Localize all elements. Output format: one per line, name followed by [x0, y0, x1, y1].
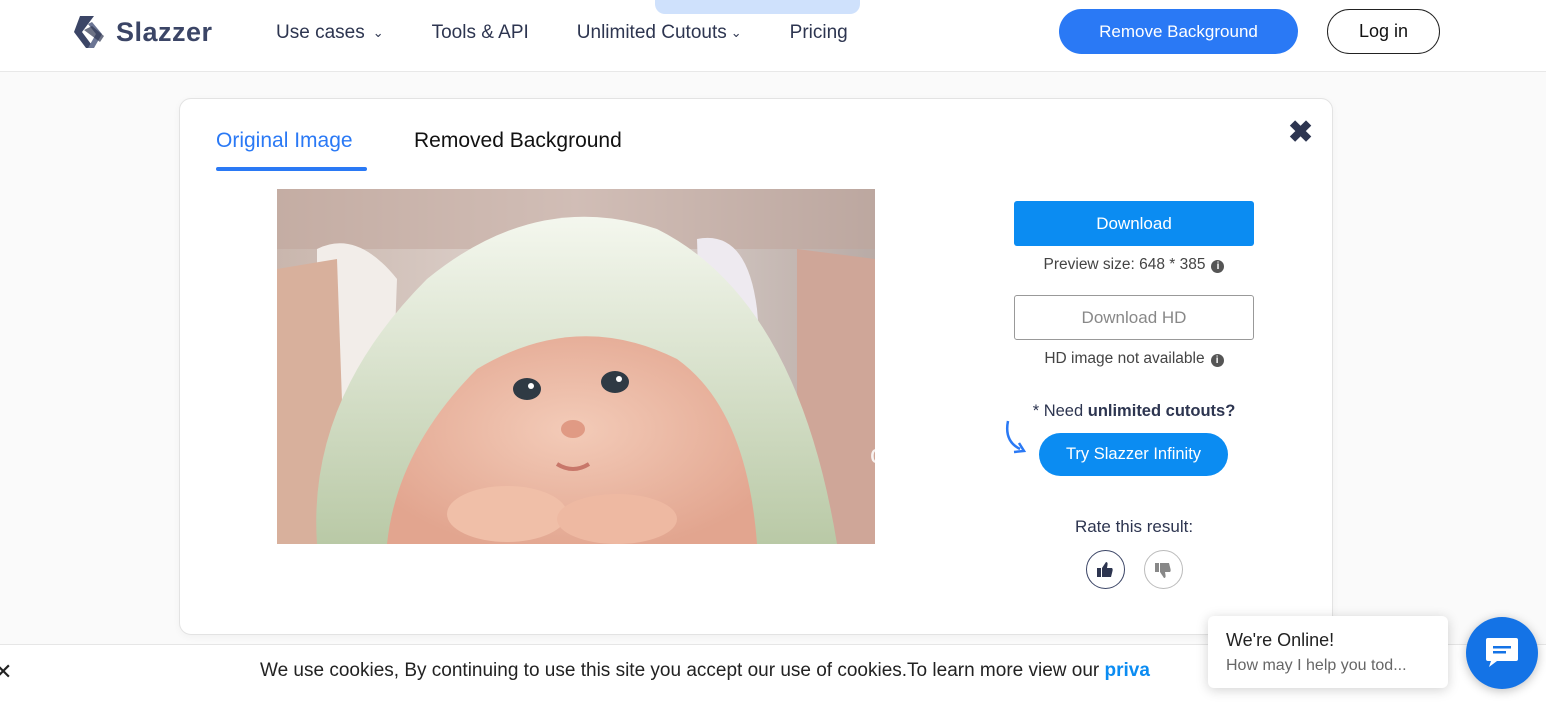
- info-icon[interactable]: i: [1210, 354, 1224, 367]
- thumbs-up-button[interactable]: [1085, 550, 1125, 589]
- thumbs-up-icon: [1097, 561, 1113, 577]
- preview-size-info: Preview size: 648 * 385 i: [1014, 256, 1254, 274]
- remove-background-button[interactable]: Remove Background: [1059, 9, 1298, 54]
- info-icon[interactable]: i: [1211, 260, 1225, 273]
- active-tab-indicator: [216, 167, 367, 171]
- site-header: Slazzer Use cases ⌄ Tools & API Unlimite…: [0, 0, 1546, 72]
- thumbs-down-button[interactable]: [1143, 550, 1183, 589]
- need-bold: unlimited cutouts?: [1087, 402, 1236, 420]
- tab-original-image[interactable]: Original Image: [216, 129, 353, 153]
- thumbs-down-icon: [1155, 562, 1171, 578]
- hidden-element-peek: [655, 0, 860, 14]
- nav-label: Pricing: [789, 22, 848, 43]
- nav-unlimited-cutouts[interactable]: Unlimited Cutouts ⌄: [577, 22, 742, 44]
- watermark: ophone.com: [870, 439, 1019, 469]
- nav-tools-api[interactable]: Tools & API: [432, 22, 529, 44]
- login-button[interactable]: Log in: [1327, 9, 1440, 54]
- need-prefix: * Need: [1032, 402, 1088, 420]
- cookie-text: We use cookies, By continuing to use thi…: [260, 660, 1150, 682]
- nav-label: Unlimited Cutouts: [576, 22, 727, 43]
- chevron-down-icon: ⌄: [372, 25, 384, 40]
- chat-title: We're Online!: [1226, 630, 1335, 650]
- close-icon[interactable]: ✖: [1288, 115, 1313, 150]
- hd-note-text: HD image not available: [1044, 350, 1205, 367]
- need-unlimited-text: * Need unlimited cutouts?: [1014, 402, 1254, 421]
- logo[interactable]: Slazzer: [72, 12, 213, 52]
- chat-subtitle: How may I help you tod...: [1226, 657, 1407, 674]
- curved-arrow-icon: [1006, 420, 1027, 454]
- original-image: [277, 189, 875, 544]
- try-row: Try Slazzer Infinity: [1006, 420, 1254, 476]
- slazzer-logo-icon: [74, 16, 104, 48]
- nav-pricing[interactable]: Pricing: [790, 22, 848, 44]
- logo-text: Slazzer: [116, 16, 213, 47]
- nav-use-cases[interactable]: Use cases ⌄: [276, 22, 384, 44]
- nav-label: Tools & API: [431, 22, 529, 43]
- main-nav: Use cases ⌄ Tools & API Unlimited Cutout…: [276, 22, 848, 44]
- actions-panel: Download Preview size: 648 * 385 i Downlo…: [1006, 201, 1254, 589]
- rate-label: Rate this result:: [1074, 517, 1194, 536]
- tab-removed-background[interactable]: Removed Background: [414, 129, 622, 153]
- chat-icon: [1486, 638, 1518, 667]
- result-modal: Original Image Removed Background ✖ opho…: [179, 98, 1333, 635]
- nav-label: Use cases: [276, 22, 365, 43]
- cookie-message: We use cookies, By continuing to use thi…: [260, 660, 1105, 681]
- download-button[interactable]: Download: [1014, 201, 1254, 246]
- download-hd-button[interactable]: Download HD: [1014, 295, 1254, 340]
- rating-buttons: [1014, 550, 1254, 589]
- try-slazzer-infinity-button[interactable]: Try Slazzer Infinity: [1039, 433, 1228, 476]
- chat-launcher-button[interactable]: [1466, 617, 1538, 689]
- privacy-link[interactable]: priva: [1105, 660, 1150, 681]
- chevron-down-icon: ⌄: [730, 25, 742, 40]
- hd-note: HD image not available i: [1014, 350, 1254, 368]
- preview-size-text: Preview size: 648 * 385: [1043, 256, 1206, 273]
- chat-greeting[interactable]: We're Online! How may I help you tod...: [1208, 616, 1448, 688]
- cookie-close-icon[interactable]: ✕: [0, 659, 12, 685]
